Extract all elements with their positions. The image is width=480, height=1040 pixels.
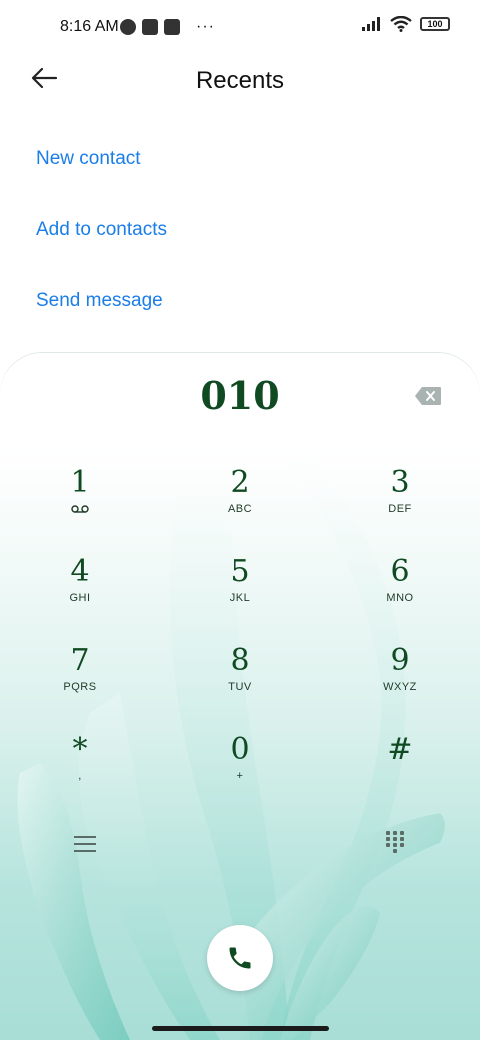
key-letters: DEF [388, 503, 412, 515]
battery-icon: 100 [420, 17, 450, 31]
key-digit: 4 [70, 554, 90, 589]
more-notifications-icon: ··· [196, 18, 215, 35]
key-hash[interactable]: # [350, 733, 450, 803]
key-3[interactable]: 3 DEF [350, 466, 450, 536]
key-6[interactable]: 6 MNO [350, 555, 450, 625]
upload-icon [164, 19, 180, 35]
key-letters: JKL [229, 592, 251, 604]
key-digit: 0 [230, 732, 250, 767]
keypad-toggle-button[interactable] [384, 829, 408, 855]
key-star[interactable]: * , [30, 733, 130, 803]
key-letters: TUV [228, 681, 252, 693]
phone-icon [229, 947, 251, 969]
key-9[interactable]: 9 WXYZ [350, 644, 450, 714]
key-letters: ABC [227, 503, 253, 515]
key-digit: 6 [390, 554, 410, 589]
key-digit: 5 [230, 554, 250, 589]
key-digit: 3 [390, 465, 410, 500]
key-letters: , [78, 770, 82, 782]
key-digit: 7 [70, 643, 90, 678]
key-4[interactable]: 4 GHI [30, 555, 130, 625]
backspace-icon [415, 387, 441, 405]
wifi-icon [390, 16, 412, 32]
key-letters: MNO [386, 592, 414, 604]
key-digit: * [72, 732, 88, 767]
status-time: 8:16 AM [60, 18, 119, 35]
notification-icons: ··· [120, 18, 215, 36]
key-0[interactable]: 0 + [190, 733, 290, 803]
key-5[interactable]: 5 JKL [190, 555, 290, 625]
page-title: Recents [195, 67, 285, 94]
key-letters: PQRS [63, 681, 97, 693]
key-digit: # [387, 732, 413, 767]
status-bar: 8:16 AM ··· 100 [0, 0, 480, 56]
key-8[interactable]: 8 TUV [190, 644, 290, 714]
new-contact-link[interactable]: New contact [36, 148, 141, 170]
signal-icon [362, 17, 380, 31]
add-to-contacts-link[interactable]: Add to contacts [36, 219, 167, 241]
home-indicator[interactable] [152, 1026, 329, 1031]
call-button[interactable] [207, 925, 273, 991]
notification-square-icon [142, 19, 158, 35]
dialer-panel: 010 1 2 ABC 3 DEF 4 GHI 5 JKL 6 MNO 7 PQ… [0, 353, 480, 1040]
header: Recents [0, 56, 480, 106]
system-icons: 100 [362, 16, 450, 32]
key-letters: GHI [69, 592, 91, 604]
menu-icon [70, 836, 100, 852]
backspace-button[interactable] [414, 386, 442, 406]
voicemail-icon [71, 505, 89, 513]
key-7[interactable]: 7 PQRS [30, 644, 130, 714]
key-digit: 2 [230, 465, 250, 500]
send-message-link[interactable]: Send message [36, 290, 163, 312]
key-1[interactable]: 1 [30, 466, 130, 536]
key-digit: 8 [230, 643, 250, 678]
key-letters: WXYZ [383, 681, 417, 693]
key-digit: 9 [390, 643, 410, 678]
dialed-number: 010 [200, 373, 280, 418]
notification-app-icon [120, 19, 136, 35]
menu-button[interactable] [70, 831, 100, 857]
key-2[interactable]: 2 ABC [190, 466, 290, 536]
key-digit: 1 [70, 465, 90, 500]
key-letters: + [236, 770, 244, 782]
